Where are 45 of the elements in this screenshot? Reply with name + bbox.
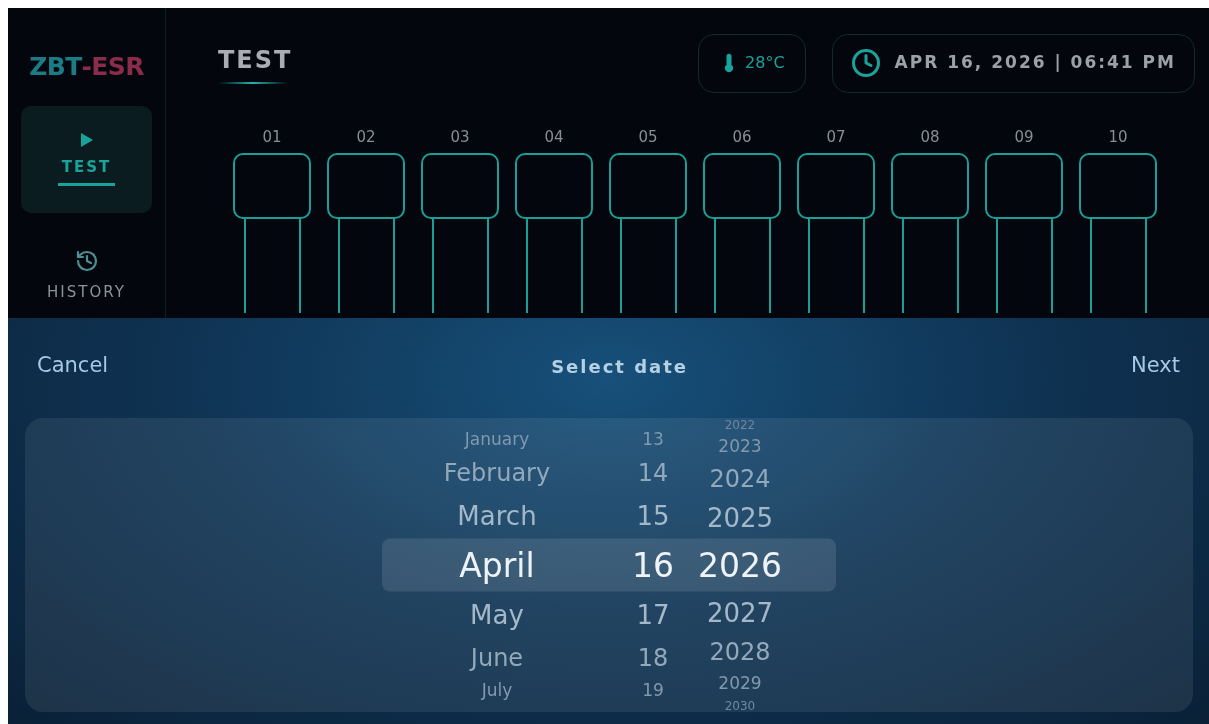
clock-icon (850, 48, 881, 78)
slot-label: 03 (450, 127, 470, 148)
wheel-option[interactable]: 2026 (698, 538, 782, 592)
wheel-option[interactable]: 15 (636, 492, 670, 539)
logo-text: ZBT (29, 51, 82, 83)
wheel-option[interactable]: May (470, 591, 524, 638)
wheel-option[interactable]: 2028 (709, 633, 771, 670)
slot-label: 10 (1108, 127, 1128, 148)
nav-item[interactable]: TEST (21, 105, 152, 213)
wheel-option[interactable]: June (470, 637, 524, 678)
slot-label: 07 (826, 127, 846, 148)
wheel-option[interactable]: 14 (637, 452, 669, 493)
title-underline (218, 82, 288, 84)
page-title: TEST (218, 45, 293, 76)
slot-label: 09 (1014, 127, 1034, 148)
wheel-option[interactable]: 2027 (706, 591, 774, 634)
wheel-option[interactable]: 13 (642, 426, 664, 453)
wheel-option[interactable]: January (464, 426, 530, 453)
wheel-option[interactable]: July (481, 677, 513, 704)
cancel-button[interactable]: Cancel (37, 350, 109, 382)
wheel-option[interactable]: February (443, 452, 551, 493)
datetime-text: APR 16, 2026 | 06:41 PM (894, 51, 1176, 75)
wheel-option[interactable]: 2023 (718, 432, 762, 461)
temperature-text: 28°C (745, 52, 785, 74)
dialog-title: Select date (551, 354, 689, 379)
slot-label: 01 (262, 127, 282, 148)
wheel-option[interactable]: 18 (637, 637, 669, 678)
slot-label: 05 (638, 127, 658, 148)
wheel-option[interactable]: 2030 (724, 697, 756, 714)
slot-label: 04 (544, 127, 564, 148)
wheel-option[interactable]: March (457, 492, 537, 539)
slot-label: 06 (732, 127, 752, 148)
wheel-option[interactable]: 2025 (706, 496, 774, 539)
wheel-option[interactable]: 19 (642, 677, 664, 704)
play-icon (79, 132, 94, 149)
next-button[interactable]: Next (1131, 350, 1180, 382)
wheel-option[interactable]: April (459, 538, 535, 592)
wheel-option[interactable]: 16 (632, 538, 674, 592)
wheel-option[interactable]: 2024 (709, 460, 771, 497)
slot-label: 02 (356, 127, 376, 148)
history-icon (74, 248, 99, 273)
wheel-option[interactable]: 2029 (718, 669, 762, 698)
logo-text: -ESR (81, 51, 144, 83)
slot-label: 08 (920, 127, 940, 148)
wheel-option[interactable]: 17 (636, 591, 670, 638)
